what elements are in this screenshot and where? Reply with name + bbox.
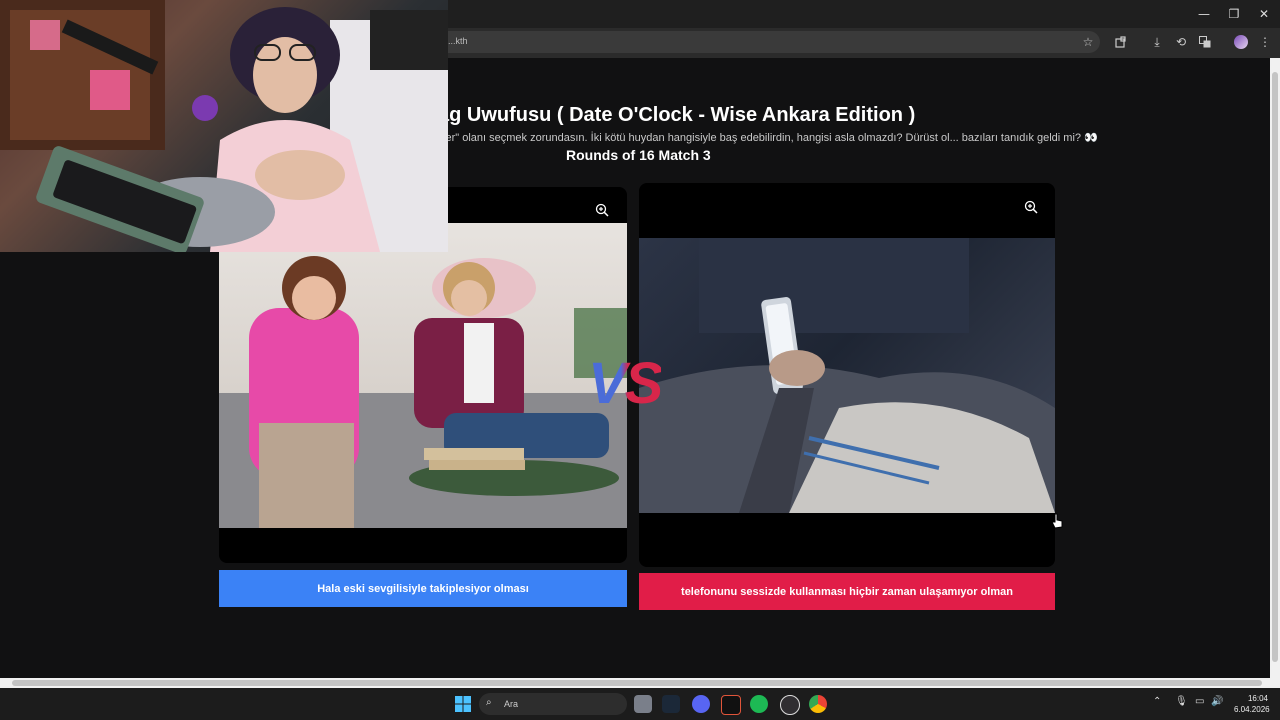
left-choice-button[interactable]: Hala eski sevgilisiyle takiplesiyor olma… xyxy=(219,570,627,607)
chrome-icon[interactable] xyxy=(809,695,827,713)
webcam-overlay xyxy=(0,0,448,252)
spotify-icon[interactable] xyxy=(750,695,768,713)
clock-time: 16:04 xyxy=(1247,694,1268,703)
horizontal-scrollbar[interactable] xyxy=(0,678,1280,688)
hand-cursor-icon xyxy=(1051,513,1063,529)
volume-icon[interactable]: 🔊 xyxy=(1211,696,1223,707)
vertical-scrollbar[interactable] xyxy=(1270,58,1280,678)
choice-card-right[interactable] xyxy=(639,183,1055,567)
right-choice-button[interactable]: telefonunu sessizde kullanması hiçbir za… xyxy=(639,573,1055,610)
profile-icon[interactable] xyxy=(1234,35,1248,49)
close-icon[interactable]: ✕ xyxy=(1255,5,1273,23)
taskbar-clock[interactable]: 16:04 6.04.2026 xyxy=(1234,693,1270,715)
couple-photo xyxy=(219,223,627,528)
phone-in-bed-photo xyxy=(639,238,1055,513)
microphone-icon[interactable]: 🎙 xyxy=(1175,696,1188,707)
obs-icon[interactable] xyxy=(780,695,800,715)
taskbar-search[interactable] xyxy=(479,693,627,715)
history-icon[interactable]: ⟲ xyxy=(1172,33,1190,51)
tray-overflow-icon[interactable]: ⌃ xyxy=(1153,696,1161,707)
restore-icon[interactable]: ❐ xyxy=(1225,5,1243,23)
vs-label: VS xyxy=(588,351,663,416)
minimize-icon[interactable]: — xyxy=(1195,5,1213,23)
round-label: Rounds of 16 Match 3 xyxy=(566,147,711,163)
star-icon[interactable]: ☆ xyxy=(1079,33,1097,51)
clock-date: 6.04.2026 xyxy=(1234,705,1270,714)
zoom-in-icon[interactable] xyxy=(589,197,615,223)
menu-icon[interactable]: ⋮ xyxy=(1256,33,1274,51)
page-description: şer" olanı seçmek zorundasın. İki kötü h… xyxy=(440,132,1098,144)
taskbar-search-placeholder: Ara xyxy=(504,699,519,709)
network-icon[interactable]: ▭ xyxy=(1195,696,1204,707)
extensions-icon[interactable] xyxy=(1112,33,1130,51)
translate-icon[interactable] xyxy=(1196,33,1214,51)
download-icon[interactable]: ⤓ xyxy=(1148,33,1166,51)
page-title: ag Uwufusu ( Date O'Clock - Wise Ankara … xyxy=(438,104,916,126)
search-icon: ⌕ xyxy=(486,697,492,708)
file-explorer-icon[interactable] xyxy=(634,695,652,713)
steam-icon[interactable] xyxy=(662,695,680,713)
address-url: ...kth xyxy=(448,36,468,46)
media-app-icon[interactable] xyxy=(721,695,741,715)
zoom-in-icon[interactable] xyxy=(1018,194,1044,220)
windows-start-icon[interactable] xyxy=(454,695,472,713)
discord-icon[interactable] xyxy=(692,695,710,713)
